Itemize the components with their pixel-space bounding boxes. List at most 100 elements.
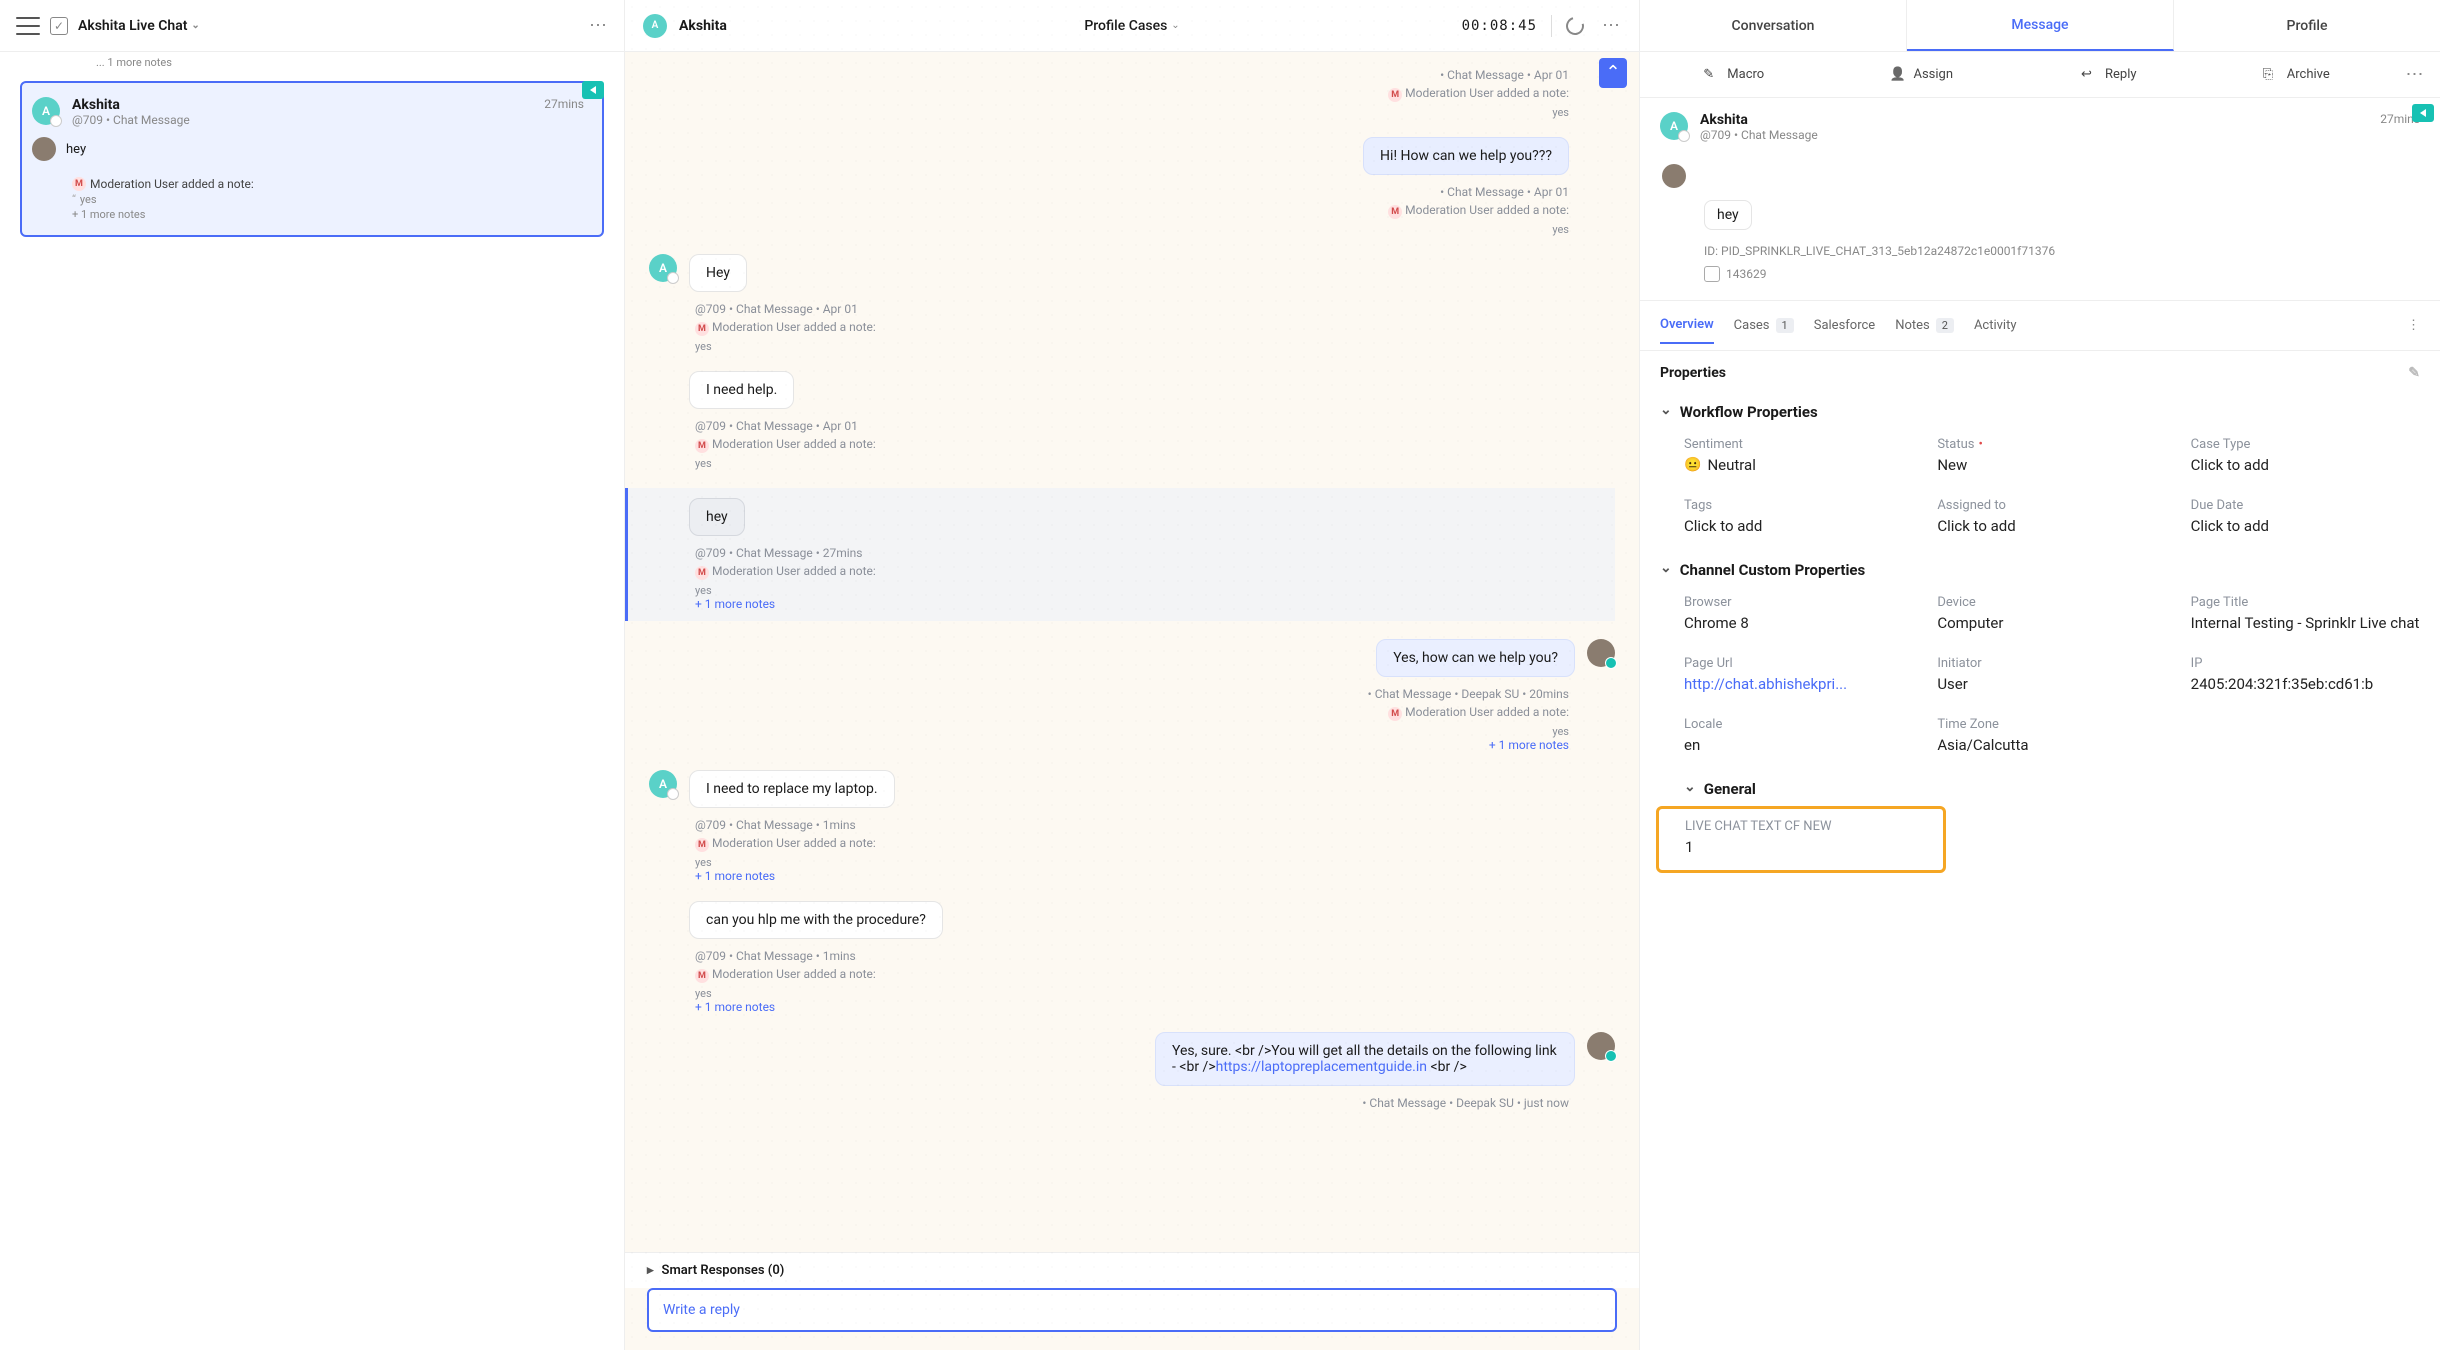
- profile-cases-dropdown[interactable]: Profile Cases ⌄: [1084, 18, 1179, 34]
- left-header: Akshita Live Chat ⌄ ⋯: [0, 0, 624, 52]
- more-icon[interactable]: ⋯: [589, 15, 608, 36]
- card-collapse-icon[interactable]: [2412, 104, 2434, 122]
- sub-tabs: Overview Cases1 Salesforce Notes2 Activi…: [1640, 301, 2440, 351]
- presence-dot: [50, 115, 62, 127]
- reply-input[interactable]: Write a reply: [647, 1288, 1617, 1332]
- divider: [1551, 15, 1552, 37]
- reply-link[interactable]: https://laptopreplacementguide.in: [1216, 1059, 1427, 1075]
- subtab-more-icon[interactable]: ⋮: [2407, 318, 2420, 333]
- prop-status[interactable]: Status•New: [1937, 437, 2166, 474]
- prop-due-date[interactable]: Due DateClick to add: [2191, 498, 2420, 535]
- prop-timezone: Time ZoneAsia/Calcutta: [1937, 717, 2166, 754]
- refresh-icon[interactable]: [1563, 13, 1588, 38]
- agent-message[interactable]: Yes, how can we help you?: [1376, 639, 1575, 677]
- agent-message[interactable]: Yes, sure. <br />You will get all the de…: [1155, 1032, 1575, 1086]
- subtab-overview[interactable]: Overview: [1660, 307, 1714, 344]
- prop-page-title: Page TitleInternal Testing - Sprinklr Li…: [2191, 595, 2420, 632]
- cf-value: 1: [1685, 838, 1927, 856]
- scroll-top-button[interactable]: [1599, 58, 1627, 88]
- prop-tags[interactable]: TagsClick to add: [1684, 498, 1913, 535]
- prop-assigned[interactable]: Assigned toClick to add: [1937, 498, 2166, 535]
- customer-message[interactable]: can you hlp me with the procedure?: [689, 901, 943, 939]
- smart-responses-toggle[interactable]: Smart Responses (0): [625, 1252, 1639, 1288]
- tab-profile[interactable]: Profile: [2174, 0, 2440, 51]
- more-action[interactable]: ⋯: [2390, 52, 2440, 97]
- archive-action[interactable]: Archive: [2203, 52, 2391, 97]
- subtab-activity[interactable]: Activity: [1974, 307, 2017, 344]
- msg-meta: @709 • Chat Message • 27mins: [695, 546, 1615, 560]
- assign-action[interactable]: Assign: [1828, 52, 2016, 97]
- moderation-icon: M: [1388, 707, 1402, 721]
- chat-panel: A Akshita Profile Cases ⌄ 00:08:45 ⋯ • C…: [625, 0, 1640, 1350]
- archive-icon: [2263, 67, 2279, 83]
- info-preview: hey: [1704, 200, 1752, 230]
- prop-device: DeviceComputer: [1937, 595, 2166, 632]
- agent-avatar: [1662, 164, 1686, 188]
- menu-icon[interactable]: [16, 17, 40, 35]
- edit-properties-icon[interactable]: [2408, 365, 2420, 381]
- chat-header: A Akshita Profile Cases ⌄ 00:08:45 ⋯: [625, 0, 1639, 52]
- action-row: Macro Assign Reply Archive ⋯: [1640, 52, 2440, 98]
- prop-page-url[interactable]: Page Urlhttp://chat.abhishekpri...: [1684, 656, 1913, 693]
- user-icon: [1889, 67, 1905, 83]
- top-tabs: Conversation Message Profile: [1640, 0, 2440, 52]
- card-preview: hey: [66, 142, 86, 157]
- msg-meta: @709 • Chat Message • Apr 01: [695, 302, 1615, 316]
- sprinklr-case-id[interactable]: 143629: [1704, 266, 1766, 282]
- customer-message[interactable]: I need help.: [689, 371, 794, 409]
- subtab-salesforce[interactable]: Salesforce: [1814, 307, 1875, 344]
- more-notes-link[interactable]: + 1 more notes: [695, 869, 1615, 883]
- more-notes-link[interactable]: + 1 more notes: [695, 1000, 1615, 1014]
- subtab-cases[interactable]: Cases1: [1734, 307, 1794, 344]
- moderation-icon: M: [695, 969, 709, 983]
- more-notes-link[interactable]: + 1 more notes: [649, 738, 1569, 752]
- reply-action[interactable]: Reply: [2015, 52, 2203, 97]
- msg-meta: @709 • Chat Message • 1mins: [695, 818, 1615, 832]
- prop-sentiment[interactable]: SentimentNeutral: [1684, 437, 1913, 474]
- moderation-icon: M: [72, 177, 86, 191]
- macro-action[interactable]: Macro: [1640, 52, 1828, 97]
- queue-dropdown[interactable]: Akshita Live Chat ⌄: [78, 18, 200, 34]
- customer-message-selected[interactable]: hey: [689, 498, 745, 536]
- card-time: 27mins: [544, 97, 584, 111]
- note-quote: yes: [649, 223, 1569, 236]
- chat-scroll[interactable]: • Chat Message • Apr 01 M Moderation Use…: [625, 52, 1639, 1252]
- wand-icon: [1703, 67, 1719, 83]
- queue-title: Akshita Live Chat: [78, 18, 187, 34]
- avatar: A: [649, 254, 677, 282]
- tab-conversation[interactable]: Conversation: [1640, 0, 1907, 51]
- subtab-notes[interactable]: Notes2: [1895, 307, 1954, 344]
- customer-message[interactable]: Hey: [689, 254, 747, 292]
- contact-sub: @709 • Chat Message: [72, 113, 190, 127]
- more-icon[interactable]: ⋯: [1602, 15, 1621, 36]
- agent-avatar: [32, 137, 56, 161]
- note-quote: yes: [1552, 106, 1569, 119]
- tab-message[interactable]: Message: [1907, 0, 2174, 51]
- select-all-checkbox[interactable]: [50, 17, 68, 35]
- customer-message[interactable]: I need to replace my laptop.: [689, 770, 895, 808]
- workflow-section-header[interactable]: Workflow Properties: [1640, 395, 2440, 429]
- conversation-card[interactable]: A Akshita @709 • Chat Message 27mins hey…: [20, 81, 604, 237]
- avatar: A: [643, 14, 667, 38]
- message-info-card: A Akshita @709 • Chat Message 27mins hey…: [1640, 98, 2440, 301]
- properties-header: Properties: [1640, 351, 2440, 395]
- workflow-properties: SentimentNeutral Status•New Case TypeCli…: [1640, 429, 2440, 553]
- moderation-icon: M: [695, 322, 709, 336]
- note-quote: yes: [695, 457, 1615, 470]
- prop-ip: IP2405:204:321f:35eb:cd61:b: [2191, 656, 2420, 693]
- moderation-icon: M: [695, 566, 709, 580]
- more-notes-link[interactable]: + 1 more notes: [695, 597, 1615, 611]
- note-quote: yes: [695, 340, 1615, 353]
- required-dot: •: [1979, 437, 1983, 452]
- prop-browser: BrowserChrome 8: [1684, 595, 1913, 632]
- agent-message[interactable]: Hi! How can we help you???: [1363, 137, 1569, 175]
- msg-meta: @709 • Chat Message • 1mins: [695, 949, 1615, 963]
- channel-section-header[interactable]: Channel Custom Properties: [1640, 553, 2440, 587]
- note-quote: yes: [695, 584, 1615, 597]
- note-quote: yes: [695, 856, 1615, 869]
- general-section-header[interactable]: General: [1640, 772, 2440, 806]
- prop-case-type[interactable]: Case TypeClick to add: [2191, 437, 2420, 474]
- avatar: A: [32, 97, 60, 125]
- case-icon: [1704, 266, 1720, 282]
- card-collapse-icon[interactable]: [582, 81, 604, 99]
